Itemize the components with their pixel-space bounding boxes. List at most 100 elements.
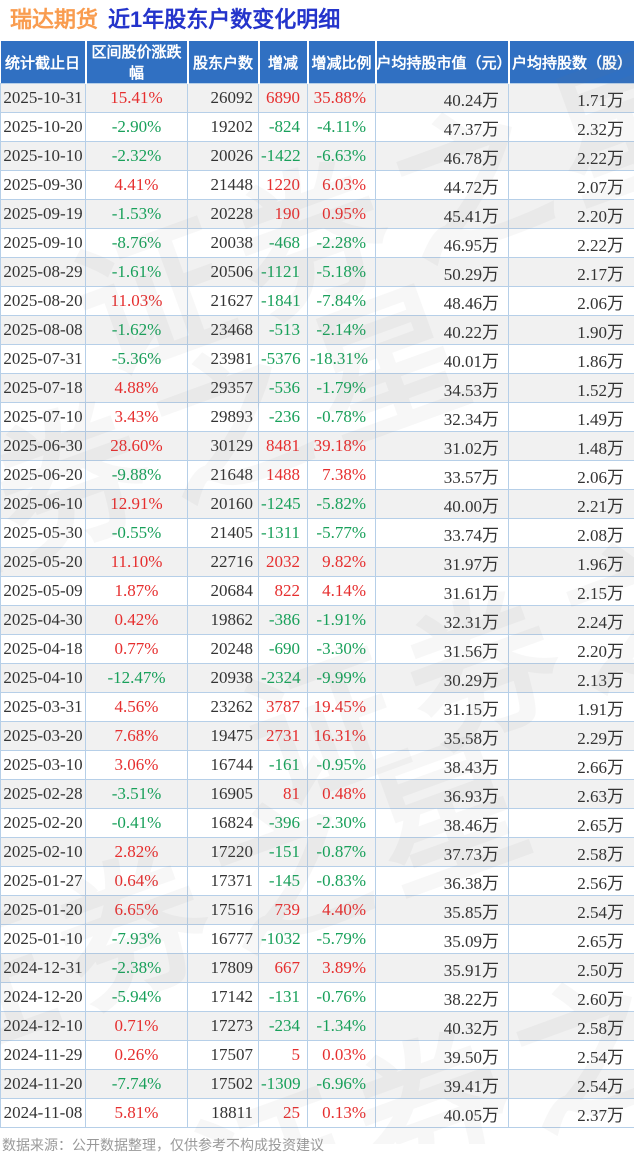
cell-holder-count: 23981 [188, 345, 259, 374]
cell-holder-change: 1488 [259, 461, 308, 490]
table-row: 2025-02-28-3.51%16905810.48%36.93万2.63万 [1, 780, 634, 809]
table-row: 2025-08-08-1.62%23468-513-2.14%40.22万1.9… [1, 316, 634, 345]
shareholder-count-table: 统计截止日 区间股价涨跌幅 股东户数 增减 增减比例 户均持股市值（元） 户均持… [0, 41, 634, 1128]
cell-stat-date: 2025-05-20 [1, 548, 86, 577]
cell-price-change-pct: 6.65% [86, 896, 188, 925]
cell-stat-date: 2025-04-10 [1, 664, 86, 693]
cell-avg-shares: 2.15万 [509, 577, 634, 606]
cell-stat-date: 2025-08-20 [1, 287, 86, 316]
table-row: 2025-06-3028.60%30129848139.18%31.02万1.4… [1, 432, 634, 461]
cell-stat-date: 2024-11-20 [1, 1070, 86, 1099]
cell-avg-shares: 2.37万 [509, 1099, 634, 1128]
cell-avg-shares: 2.06万 [509, 287, 634, 316]
table-header-row: 统计截止日 区间股价涨跌幅 股东户数 增减 增减比例 户均持股市值（元） 户均持… [1, 41, 634, 84]
cell-avg-market-value: 30.29万 [376, 664, 509, 693]
cell-holder-change-pct: 9.82% [308, 548, 376, 577]
cell-avg-market-value: 39.50万 [376, 1041, 509, 1070]
cell-holder-count: 17502 [188, 1070, 259, 1099]
cell-holder-change-pct: -7.84% [308, 287, 376, 316]
cell-holder-count: 29357 [188, 374, 259, 403]
cell-price-change-pct: 4.56% [86, 693, 188, 722]
cell-holder-change-pct: 39.18% [308, 432, 376, 461]
cell-stat-date: 2025-07-10 [1, 403, 86, 432]
cell-holder-change-pct: -5.82% [308, 490, 376, 519]
cell-holder-count: 26092 [188, 84, 259, 113]
cell-holder-count: 17220 [188, 838, 259, 867]
cell-stat-date: 2025-09-30 [1, 171, 86, 200]
cell-holder-change: 2032 [259, 548, 308, 577]
cell-holder-change-pct: 0.95% [308, 200, 376, 229]
cell-avg-market-value: 38.43万 [376, 751, 509, 780]
cell-holder-change-pct: 6.03% [308, 171, 376, 200]
cell-holder-count: 19475 [188, 722, 259, 751]
table-row: 2025-08-29-1.61%20506-1121-5.18%50.29万2.… [1, 258, 634, 287]
cell-holder-count: 16824 [188, 809, 259, 838]
cell-holder-count: 17142 [188, 983, 259, 1012]
cell-holder-change-pct: -5.77% [308, 519, 376, 548]
header-holder-count: 股东户数 [188, 41, 259, 84]
cell-avg-market-value: 50.29万 [376, 258, 509, 287]
cell-holder-change: 667 [259, 954, 308, 983]
cell-avg-market-value: 35.09万 [376, 925, 509, 954]
cell-stat-date: 2025-01-10 [1, 925, 86, 954]
table-row: 2025-04-10-12.47%20938-2324-9.99%30.29万2… [1, 664, 634, 693]
table-row: 2025-01-270.64%17371-145-0.83%36.38万2.56… [1, 867, 634, 896]
cell-holder-change-pct: -0.87% [308, 838, 376, 867]
cell-holder-count: 20506 [188, 258, 259, 287]
cell-avg-shares: 1.52万 [509, 374, 634, 403]
cell-avg-market-value: 40.00万 [376, 490, 509, 519]
cell-price-change-pct: -5.36% [86, 345, 188, 374]
table-row: 2025-02-102.82%17220-151-0.87%37.73万2.58… [1, 838, 634, 867]
cell-avg-shares: 2.58万 [509, 838, 634, 867]
cell-holder-change: -1245 [259, 490, 308, 519]
cell-stat-date: 2024-12-20 [1, 983, 86, 1012]
cell-holder-count: 16905 [188, 780, 259, 809]
cell-avg-market-value: 48.46万 [376, 287, 509, 316]
cell-holder-count: 21405 [188, 519, 259, 548]
cell-avg-shares: 2.08万 [509, 519, 634, 548]
table-row: 2025-09-19-1.53%202281900.95%45.41万2.20万 [1, 200, 634, 229]
cell-holder-change: -1032 [259, 925, 308, 954]
cell-avg-shares: 2.24万 [509, 606, 634, 635]
cell-avg-shares: 2.58万 [509, 1012, 634, 1041]
cell-holder-change-pct: -0.78% [308, 403, 376, 432]
cell-holder-change-pct: -4.11% [308, 113, 376, 142]
cell-holder-count: 21448 [188, 171, 259, 200]
cell-stat-date: 2025-06-10 [1, 490, 86, 519]
cell-holder-change-pct: -5.18% [308, 258, 376, 287]
cell-holder-change: -2324 [259, 664, 308, 693]
cell-avg-market-value: 38.46万 [376, 809, 509, 838]
cell-price-change-pct: -9.88% [86, 461, 188, 490]
cell-holder-change-pct: -6.63% [308, 142, 376, 171]
table-row: 2024-11-085.81%18811250.13%40.05万2.37万 [1, 1099, 634, 1128]
cell-holder-count: 20248 [188, 635, 259, 664]
table-row: 2025-07-31-5.36%23981-5376-18.31%40.01万1… [1, 345, 634, 374]
cell-price-change-pct: -2.38% [86, 954, 188, 983]
cell-holder-change-pct: -1.91% [308, 606, 376, 635]
cell-stat-date: 2025-04-30 [1, 606, 86, 635]
cell-price-change-pct: 4.41% [86, 171, 188, 200]
cell-avg-shares: 1.49万 [509, 403, 634, 432]
table-header: 统计截止日 区间股价涨跌幅 股东户数 增减 增减比例 户均持股市值（元） 户均持… [1, 41, 634, 84]
cell-holder-change-pct: -0.76% [308, 983, 376, 1012]
cell-avg-shares: 2.29万 [509, 722, 634, 751]
cell-holder-change: -824 [259, 113, 308, 142]
cell-holder-change-pct: 4.40% [308, 896, 376, 925]
table-row: 2025-07-184.88%29357-536-1.79%34.53万1.52… [1, 374, 634, 403]
cell-avg-market-value: 36.93万 [376, 780, 509, 809]
cell-avg-market-value: 32.34万 [376, 403, 509, 432]
cell-holder-change-pct: 4.14% [308, 577, 376, 606]
cell-price-change-pct: 0.77% [86, 635, 188, 664]
cell-holder-change: -1311 [259, 519, 308, 548]
cell-holder-change-pct: -1.34% [308, 1012, 376, 1041]
cell-avg-market-value: 31.61万 [376, 577, 509, 606]
cell-avg-market-value: 31.56万 [376, 635, 509, 664]
cell-holder-change: 822 [259, 577, 308, 606]
page-title: 瑞达期货近1年股东户数变化明细 [0, 0, 634, 41]
cell-holder-change: -151 [259, 838, 308, 867]
cell-holder-change-pct: 19.45% [308, 693, 376, 722]
cell-price-change-pct: 0.26% [86, 1041, 188, 1070]
cell-holder-change: -1309 [259, 1070, 308, 1099]
table-row: 2024-12-100.71%17273-234-1.34%40.32万2.58… [1, 1012, 634, 1041]
cell-holder-count: 23468 [188, 316, 259, 345]
